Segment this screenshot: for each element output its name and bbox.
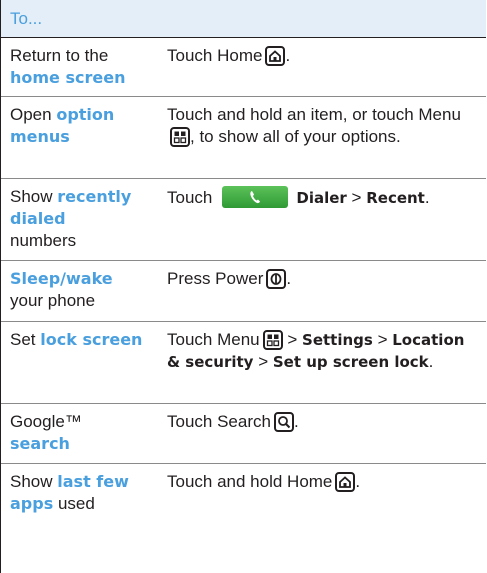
table-row: Set lock screen Touch Menu > Settings > … [1, 322, 486, 404]
instruction-bold: Dialer [296, 189, 347, 207]
action-highlight: Sleep/wake [10, 269, 113, 288]
instruction-cell: Touch and hold an item, or touch Menu , t… [167, 97, 486, 178]
action-cell: Return to the home screen [1, 38, 167, 96]
instruction-cell: Touch and hold Home. [167, 464, 486, 523]
table-row: Return to the home screen Touch Home. [1, 37, 486, 97]
instruction-text: . [293, 412, 299, 431]
instruction-cell: Touch Menu > Settings > Location & secur… [167, 322, 486, 403]
instruction-bold: Recent [366, 189, 425, 207]
action-text: Return to the [10, 46, 109, 65]
header-label: To... [10, 9, 43, 28]
menu-key-icon [262, 330, 283, 350]
instruction-cell: Touch Dialer > Recent. [167, 179, 486, 260]
instruction-text: > [287, 330, 298, 349]
table-row: Open option menus Touch and hold an item… [1, 97, 486, 179]
action-text: Open [10, 105, 52, 124]
action-highlight: search [10, 434, 70, 453]
action-text: Show [10, 187, 53, 206]
action-text: numbers [10, 231, 77, 250]
action-text: Set [10, 330, 36, 349]
instruction-text: Touch [167, 188, 213, 207]
action-text: used [57, 494, 95, 513]
action-cell: Show last few apps used [1, 464, 167, 523]
table-row: Sleep/wake your phone Press Power. [1, 261, 486, 322]
home-key-icon [265, 46, 286, 66]
search-key-icon [273, 412, 294, 432]
action-cell: Set lock screen [1, 322, 167, 403]
instruction-text: . [286, 269, 292, 288]
action-highlight: lock screen [40, 330, 143, 349]
action-cell: Open option menus [1, 97, 167, 178]
instruction-bold: Settings [302, 331, 373, 349]
instruction-cell: Press Power. [167, 261, 486, 321]
quick-tips-table: To... Return to the home screen Touch Ho… [0, 0, 486, 573]
instruction-text: > [377, 330, 388, 349]
instruction-text: Touch Home [167, 46, 263, 65]
action-cell: Show recently dialed numbers [1, 179, 167, 260]
instruction-text: . [424, 188, 430, 207]
instruction-text: . [285, 46, 291, 65]
table-row: Google™ search Touch Search. [1, 404, 486, 464]
action-cell: Sleep/wake your phone [1, 261, 167, 321]
instruction-text: > [258, 352, 269, 371]
action-text: Google™ [10, 412, 82, 431]
phone-icon [222, 186, 289, 208]
instruction-text: Touch Search [167, 412, 271, 431]
instruction-text: . [355, 472, 361, 491]
action-text: Show [10, 472, 53, 491]
action-cell: Google™ search [1, 404, 167, 463]
menu-key-icon [170, 127, 190, 147]
instruction-text: . [428, 352, 434, 371]
table-row: Show recently dialed numbers Touch Dialer… [1, 179, 486, 261]
instruction-text: Touch and hold an item, or touch Menu [167, 105, 461, 124]
instruction-cell: Touch Home. [167, 38, 486, 96]
instruction-bold: Set up screen lock [272, 353, 429, 371]
table-row: Show last few apps used Touch and hold H… [1, 464, 486, 523]
home-key-icon [335, 472, 356, 492]
power-key-icon [266, 269, 287, 289]
instruction-text: Press Power [167, 269, 264, 288]
instruction-text: Touch and hold Home [167, 472, 333, 491]
action-highlight: home screen [10, 68, 126, 87]
action-text: your phone [10, 291, 96, 310]
instruction-text: Touch Menu [167, 330, 260, 349]
table-header: To... [1, 0, 486, 37]
instruction-text: , to show all of your options. [190, 127, 401, 146]
instruction-text: > [351, 188, 362, 207]
instruction-cell: Touch Search. [167, 404, 486, 463]
